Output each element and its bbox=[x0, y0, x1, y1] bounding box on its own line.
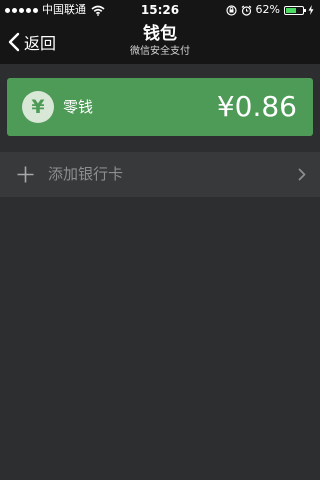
charging-bolt-icon bbox=[308, 5, 314, 15]
status-right: 62% bbox=[225, 0, 314, 20]
nav-title-group: 钱包 微信安全支付 bbox=[0, 23, 320, 59]
battery-icon bbox=[284, 5, 306, 15]
rotation-lock-icon bbox=[225, 4, 237, 16]
status-bar: 中国联通 15:26 62% bbox=[0, 0, 320, 20]
battery-percent: 62% bbox=[255, 3, 280, 16]
change-label: 零钱 bbox=[63, 98, 94, 116]
page-title: 钱包 bbox=[143, 24, 177, 44]
alarm-clock-icon bbox=[241, 4, 251, 16]
yen-icon: ¥ bbox=[22, 91, 54, 123]
add-bank-card-row[interactable]: 添加银行卡 bbox=[0, 152, 320, 197]
add-bank-card-label: 添加银行卡 bbox=[48, 165, 124, 183]
chevron-right-icon bbox=[298, 168, 306, 181]
change-amount: ¥0.86 bbox=[216, 90, 297, 123]
page-subtitle: 微信安全支付 bbox=[130, 46, 190, 57]
navigation-bar: 返回 钱包 微信安全支付 bbox=[0, 20, 320, 64]
plus-icon bbox=[17, 166, 34, 183]
change-balance-card[interactable]: ¥ 零钱 ¥0.86 bbox=[7, 78, 313, 136]
